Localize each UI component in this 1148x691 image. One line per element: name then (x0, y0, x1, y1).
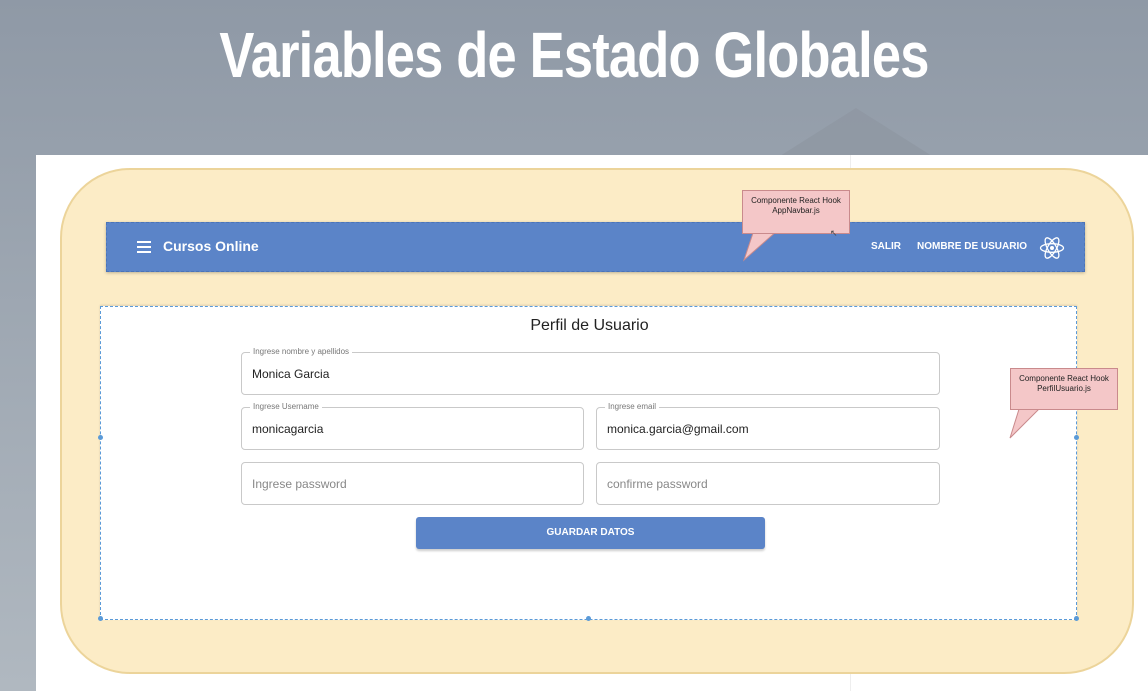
email-value: monica.garcia@gmail.com (607, 422, 749, 436)
navbar-brand[interactable]: Cursos Online (163, 238, 259, 254)
confirm-password-placeholder: confirme password (607, 477, 708, 491)
resize-handle[interactable] (98, 616, 103, 621)
app-navbar: Cursos Online SALIR NOMBRE DE USUARIO (106, 222, 1085, 272)
callout-perfilusuario-line1: Componente React Hook (1019, 374, 1109, 383)
react-logo-icon (1039, 237, 1065, 259)
mouse-cursor-icon: ↖ (830, 228, 838, 238)
password-placeholder: Ingrese password (252, 477, 347, 491)
callout-appnavbar-line1: Componente React Hook (751, 196, 841, 205)
resize-handle[interactable] (1074, 435, 1079, 440)
nombre-label: Ingrese nombre y apellidos (250, 347, 353, 356)
nombre-value: Monica Garcia (252, 367, 330, 381)
guardar-datos-button[interactable]: GUARDAR DATOS (416, 517, 765, 549)
email-field[interactable]: Ingrese email monica.garcia@gmail.com (596, 402, 940, 450)
slide-title: Variables de Estado Globales (219, 19, 929, 91)
perfil-panel: Perfil de Usuario Ingrese nombre y apell… (98, 306, 1079, 621)
nombre-field[interactable]: Ingrese nombre y apellidos Monica Garcia (241, 347, 940, 395)
background-pyramid (780, 108, 932, 156)
callout-tail-navbar (742, 230, 779, 262)
confirm-password-field[interactable]: confirme password (596, 462, 940, 505)
resize-handle[interactable] (1074, 616, 1079, 621)
email-label: Ingrese email (605, 402, 660, 411)
user-name-button[interactable]: NOMBRE DE USUARIO (917, 241, 1027, 252)
hamburger-menu-icon[interactable] (137, 241, 151, 253)
password-field[interactable]: Ingrese password (241, 462, 584, 505)
callout-perfilusuario-line2: PerfilUsuario.js (1037, 384, 1091, 393)
page-title: Perfil de Usuario (530, 317, 649, 334)
resize-handle[interactable] (586, 616, 591, 621)
callout-appnavbar-line2: AppNavbar.js (772, 206, 820, 215)
username-label: Ingrese Username (250, 402, 322, 411)
username-value: monicagarcia (252, 422, 324, 436)
callout-perfilusuario: Componente React Hook PerfilUsuario.js (1010, 368, 1118, 410)
resize-handle[interactable] (98, 435, 103, 440)
salir-button[interactable]: SALIR (871, 241, 901, 252)
callout-tail-perfil (1009, 406, 1043, 439)
username-field[interactable]: Ingrese Username monicagarcia (241, 402, 584, 450)
